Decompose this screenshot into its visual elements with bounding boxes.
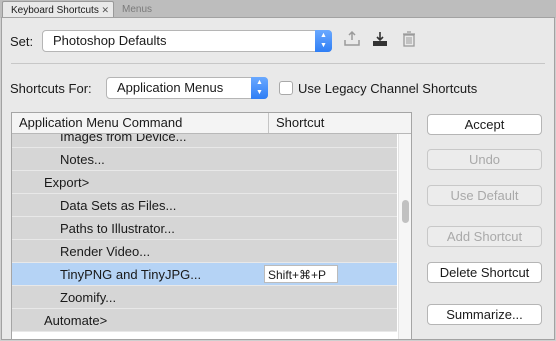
select-arrows-icon: ▲ ▼ [251, 77, 268, 99]
table-row-selected[interactable]: TinyPNG and TinyJPG... Shift+⌘+P [12, 263, 397, 286]
table-row[interactable]: Render Video... [12, 240, 397, 263]
table-row[interactable]: Automate> [12, 309, 397, 332]
table-row[interactable]: Export> [12, 171, 397, 194]
table-header: Application Menu Command Shortcut [12, 113, 411, 134]
tab-label: Keyboard Shortcuts [11, 5, 99, 16]
tab-bar: Keyboard Shortcuts ✕ Menus [0, 0, 556, 18]
tab-label: Menus [122, 4, 153, 15]
set-label: Set: [10, 34, 34, 49]
column-header-shortcut[interactable]: Shortcut [268, 113, 408, 133]
row-label: Notes... [60, 152, 105, 167]
add-shortcut-button[interactable]: Add Shortcut [427, 226, 542, 247]
legacy-channel-checkbox[interactable] [279, 81, 293, 95]
table-row[interactable]: Paths to Illustrator... [12, 217, 397, 240]
row-label: Render Video... [60, 244, 151, 259]
accept-button[interactable]: Accept [427, 114, 542, 135]
shortcuts-for-select[interactable]: Application Menus ▲ ▼ [106, 77, 268, 99]
table-rows: Images from Device... Notes... Export> D… [12, 134, 397, 339]
row-label: Data Sets as Files... [60, 198, 177, 213]
row-label: Images from Device... [60, 134, 187, 144]
table-row[interactable]: Images from Device... [12, 134, 397, 148]
shortcuts-for-value: Application Menus [117, 80, 224, 95]
trash-icon[interactable] [399, 30, 419, 50]
row-label: Paths to Illustrator... [60, 221, 175, 236]
vertical-scrollbar[interactable] [398, 134, 411, 339]
table-row[interactable]: Notes... [12, 148, 397, 171]
delete-shortcut-button[interactable]: Delete Shortcut [427, 262, 542, 283]
tab-menus[interactable]: Menus [114, 1, 164, 18]
shortcut-input[interactable]: Shift+⌘+P [264, 265, 338, 283]
use-default-button[interactable]: Use Default [427, 185, 542, 206]
keyboard-shortcuts-panel: Set: Photoshop Defaults ▲ ▼ Shortcuts For… [1, 17, 555, 340]
row-label: Zoomify... [60, 290, 117, 305]
set-select-value: Photoshop Defaults [53, 33, 167, 48]
shortcuts-for-label: Shortcuts For: [10, 81, 92, 96]
scrollbar-thumb[interactable] [402, 200, 409, 223]
row-label: Export> [44, 175, 90, 190]
table-row[interactable]: Zoomify... [12, 286, 397, 309]
shortcuts-table: Application Menu Command Shortcut Images… [11, 112, 412, 340]
undo-button[interactable]: Undo [427, 149, 542, 170]
summarize-button[interactable]: Summarize... [427, 304, 542, 325]
set-select[interactable]: Photoshop Defaults ▲ ▼ [42, 30, 332, 52]
row-label: TinyPNG and TinyJPG... [60, 267, 202, 282]
new-set-icon[interactable] [370, 30, 390, 50]
table-row[interactable]: Data Sets as Files... [12, 194, 397, 217]
save-set-icon[interactable] [342, 30, 362, 50]
tab-keyboard-shortcuts[interactable]: Keyboard Shortcuts ✕ [2, 1, 114, 18]
column-header-command[interactable]: Application Menu Command [19, 113, 182, 133]
legacy-channel-label: Use Legacy Channel Shortcuts [298, 81, 478, 96]
divider [11, 63, 545, 64]
select-arrows-icon: ▲ ▼ [315, 30, 332, 52]
row-label: Automate> [44, 313, 108, 328]
